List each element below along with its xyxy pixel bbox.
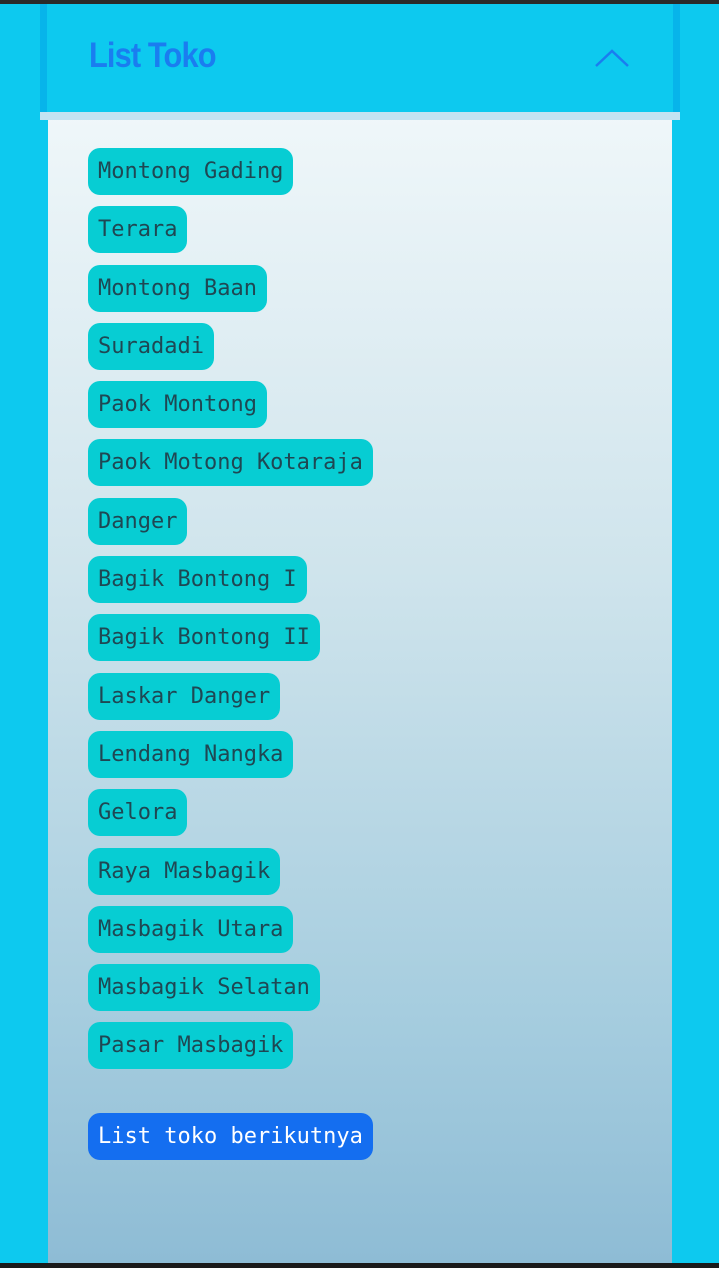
store-item[interactable]: Raya Masbagik	[88, 847, 281, 895]
store-list: Montong Gading Terara Montong Baan Suradadi…	[88, 148, 373, 1081]
store-item[interactable]: Bagik Bontong I	[88, 556, 307, 604]
store-item[interactable]: Lendang Nangka	[88, 730, 294, 778]
store-item[interactable]: Paok Motong Kotaraja	[88, 439, 373, 487]
store-item[interactable]: Gelora	[88, 789, 188, 837]
chevron-up-icon	[595, 49, 629, 67]
store-item[interactable]: Montong Baan	[88, 264, 267, 312]
collapse-toggle-button[interactable]	[592, 44, 632, 72]
store-item[interactable]: Paok Montong	[88, 381, 267, 429]
store-item[interactable]: Danger	[88, 497, 188, 545]
store-item[interactable]: Pasar Masbagik	[88, 1022, 294, 1070]
store-item[interactable]: Suradadi	[88, 322, 214, 370]
store-item[interactable]: Bagik Bontong II	[88, 614, 320, 662]
page-title: List Toko	[89, 36, 217, 75]
header-divider	[40, 112, 680, 120]
store-item[interactable]: Laskar Danger	[88, 672, 281, 720]
next-store-list-button[interactable]: List toko berikutnya	[88, 1113, 373, 1160]
store-item[interactable]: Terara	[88, 206, 188, 254]
store-item[interactable]: Masbagik Utara	[88, 905, 294, 953]
store-item[interactable]: Masbagik Selatan	[88, 964, 320, 1012]
bottom-bar	[0, 1263, 719, 1268]
store-item[interactable]: Montong Gading	[88, 148, 294, 195]
